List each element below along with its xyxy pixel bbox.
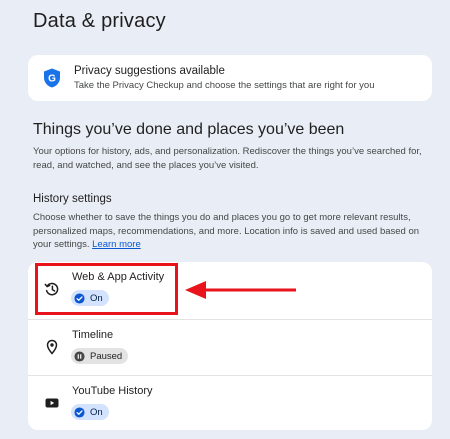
privacy-suggestions-card[interactable]: G Privacy suggestions available Take the…: [28, 55, 432, 101]
status-text: On: [90, 292, 103, 304]
status-badge: On: [71, 290, 109, 306]
section-title: Things you’ve done and places you’ve bee…: [33, 121, 345, 138]
section-description: Your options for history, ads, and perso…: [33, 146, 422, 171]
check-circle-icon: [74, 406, 85, 418]
pause-circle-icon: [74, 350, 85, 362]
arrow-left-icon: [185, 281, 296, 299]
history-settings-description: Choose whether to save the things you do…: [33, 211, 433, 252]
history-icon: [44, 282, 59, 296]
check-circle-icon: [74, 292, 85, 304]
svg-text:G: G: [48, 74, 56, 85]
suggestion-subtitle: Take the Privacy Checkup and choose the …: [74, 80, 375, 91]
page-title: Data & privacy: [33, 10, 166, 32]
suggestion-title: Privacy suggestions available: [74, 65, 225, 77]
google-shield-icon: G: [44, 68, 60, 88]
history-settings-title: History settings: [33, 193, 112, 205]
history-description-text: Choose whether to save the things you do…: [33, 212, 420, 250]
item-label: Timeline: [72, 329, 114, 341]
status-badge: Paused: [71, 348, 129, 364]
status-badge: On: [71, 404, 109, 420]
status-text: On: [90, 406, 103, 418]
item-label: YouTube History: [72, 385, 153, 397]
list-item-youtube-history[interactable]: YouTube History On: [28, 375, 432, 430]
item-label: Web & App Activity: [72, 271, 165, 283]
list-item-timeline[interactable]: Timeline Paused: [28, 319, 432, 375]
status-text: Paused: [90, 350, 123, 362]
location-pin-icon: [46, 339, 58, 355]
learn-more-link[interactable]: Learn more: [92, 239, 141, 250]
youtube-icon: [45, 398, 59, 408]
